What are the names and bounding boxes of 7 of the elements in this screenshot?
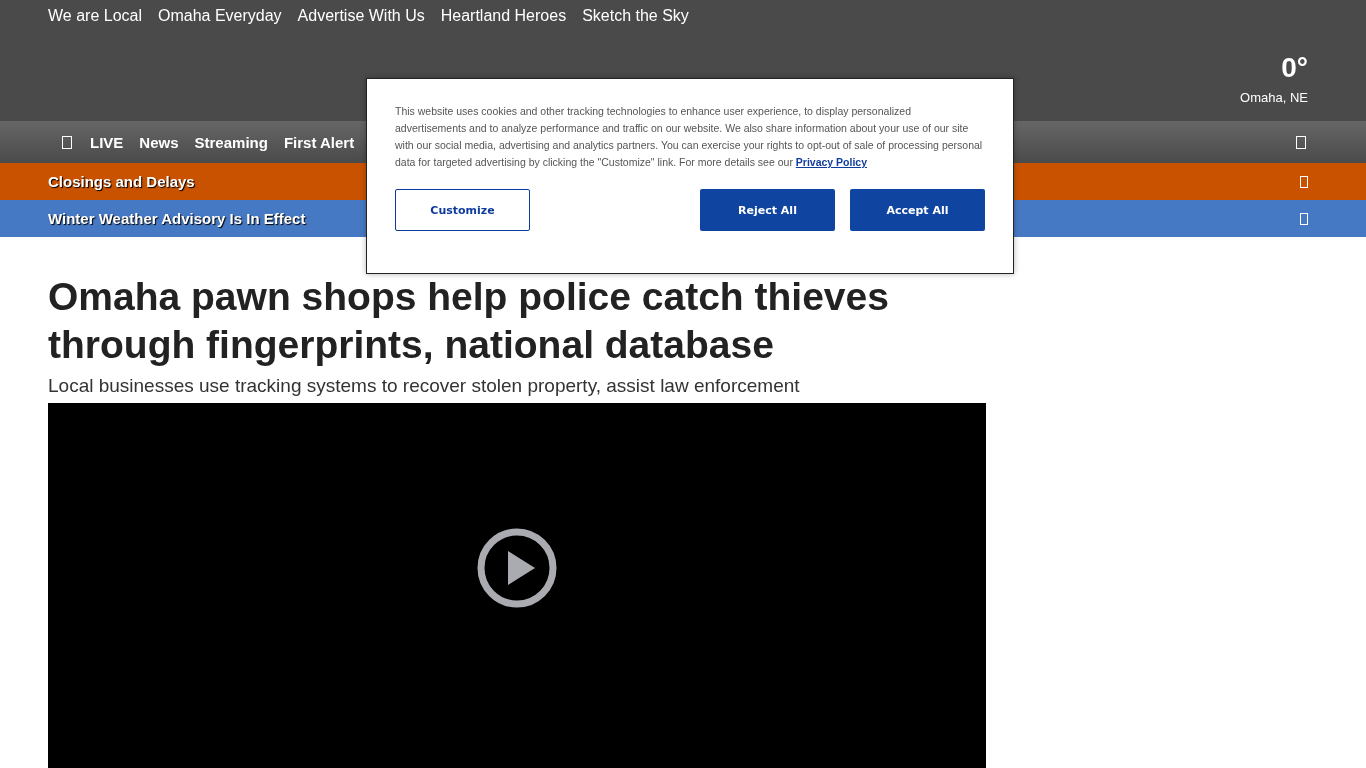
cookie-notice-text: This website uses cookies and other tracking technologies to enhance user experience, to display personalized advertisements and to analyze performance and traffic on our website. We also share information about your use of our site with our social media, advertising and analytics partners. You can exercise your rights to opt-out of sale of processing personal data for targeted advertising by clicking the "Customize" link. For more details see our Privacy Policy xyxy=(395,104,984,170)
alert-label: Closings and Delays xyxy=(48,173,195,190)
alert-label: Winter Weather Advisory Is In Effect xyxy=(48,210,306,227)
temperature: 0° xyxy=(1280,52,1308,84)
article-headline: Omaha pawn shops help police catch thieves through fingerprints, national database xyxy=(48,274,890,368)
weather-location: Omaha, NE xyxy=(1240,90,1308,105)
article-subheadline: Local businesses use tracking systems to recover stolen property, assist law enforcement xyxy=(48,375,801,397)
